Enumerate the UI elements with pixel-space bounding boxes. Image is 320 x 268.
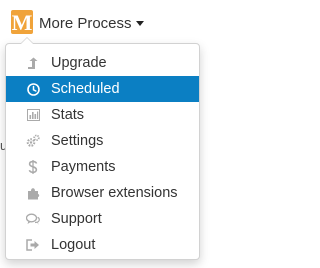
- menu-item-support[interactable]: Support: [6, 206, 199, 232]
- menu-item-label: Scheduled: [51, 81, 120, 97]
- dollar-icon: [26, 160, 40, 174]
- caret-down-icon: [135, 21, 144, 26]
- logo-icon[interactable]: M: [11, 10, 33, 35]
- menu-item-upgrade[interactable]: Upgrade: [6, 50, 199, 76]
- menu-item-stats[interactable]: Stats: [6, 102, 199, 128]
- menu-item-label: Payments: [51, 159, 116, 175]
- more-process-dropdown: Upgrade Scheduled Stats Settings Payment…: [5, 37, 200, 260]
- menu-item-settings[interactable]: Settings: [6, 128, 199, 154]
- menu-item-label: Settings: [51, 133, 104, 149]
- menu-title: More Process: [39, 14, 132, 32]
- menu-item-label: Logout: [51, 237, 96, 253]
- menu-item-browser-extensions[interactable]: Browser extensions: [6, 180, 199, 206]
- app-root: M More Process us Upgrade Scheduled: [0, 0, 212, 268]
- puzzle-icon: [26, 186, 40, 200]
- menu-item-label: Stats: [51, 107, 85, 123]
- menu-item-logout[interactable]: Logout: [6, 232, 199, 258]
- menu-item-scheduled[interactable]: Scheduled: [6, 76, 199, 102]
- menu-item-label: Upgrade: [51, 55, 107, 71]
- menu-item-label: Browser extensions: [51, 185, 178, 201]
- bar-chart-icon: [26, 108, 40, 122]
- logout-icon: [26, 238, 40, 252]
- menu-item-label: Support: [51, 211, 102, 227]
- gears-icon: [26, 134, 40, 148]
- chat-bubbles-icon: [26, 212, 40, 226]
- menu-item-payments[interactable]: Payments: [6, 154, 199, 180]
- upgrade-arrow-icon: [26, 56, 40, 70]
- more-process-menu-button[interactable]: More Process: [39, 13, 144, 33]
- clock-icon: [26, 82, 40, 96]
